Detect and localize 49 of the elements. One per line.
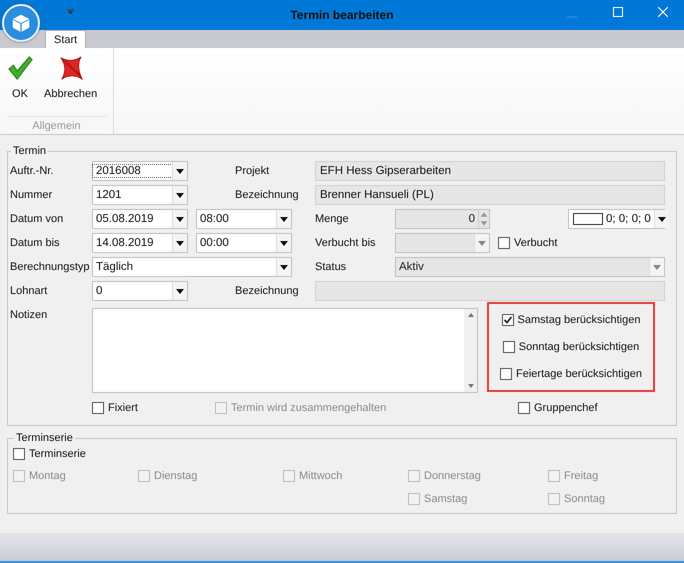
group-title: Terminserie [15,432,74,444]
checkbox[interactable]: Gruppenchef [518,402,665,414]
checkmark-icon [502,314,513,325]
app-menu-button[interactable] [2,4,40,42]
group-title: Termin [12,145,48,157]
field-label: Projekt [235,165,270,177]
color-swatch [573,213,603,225]
checkbox[interactable]: Verbucht [498,237,665,249]
field-label: Nummer [10,189,54,201]
field-label: Notizen [10,308,48,321]
field-label: Datum von [10,213,64,225]
scroll-down-icon[interactable] [466,383,474,389]
time-picker[interactable]: 08:00 [196,209,292,229]
close-icon[interactable] [658,7,668,17]
combo-box[interactable]: 2016008 [92,161,188,181]
text-field[interactable]: Brenner Hansueli (PL) [315,185,665,205]
checkbox[interactable]: Samstag berücksichtigen [502,314,640,326]
field-label: Datum bis [10,237,61,249]
checkbox[interactable]: Fixiert [92,402,188,414]
checkbox[interactable]: Sonntag berücksichtigen [502,340,640,353]
field-label: Auftr.-Nr. [10,165,54,177]
cube-icon [10,12,32,34]
field-label: Lohnart [10,285,48,297]
text-field[interactable]: EFH Hess Gipserarbeiten [315,161,665,181]
date-picker[interactable]: 14.08.2019 [92,233,188,253]
field-label: Berechnungstyp [10,261,90,273]
field-label: Bezeichnung [235,285,300,297]
notes-field[interactable] [92,308,478,393]
ok-button[interactable]: OK [4,54,36,100]
checkbox[interactable]: Terminserie [13,448,86,460]
time-picker[interactable]: 00:00 [196,233,292,253]
group-label: Allgemein [6,116,106,132]
checkbox[interactable]: Feiertage berücksichtigen [500,368,642,380]
window-title: Termin bearbeiten [289,8,395,22]
field-label: Menge [315,213,350,225]
combo-box[interactable]: 1201 [92,185,188,205]
field-label: Bezeichnung [235,189,300,201]
checkmark-icon [6,54,34,82]
scrollbar[interactable] [464,309,477,392]
text-field[interactable] [315,281,665,301]
date-picker[interactable]: 05.08.2019 [92,209,188,229]
combo-box[interactable]: 0 [92,281,188,301]
ribbon-tab[interactable]: Start [45,30,86,48]
cancel-button[interactable]: Abbrechen [42,54,100,100]
field-label: Status [315,261,348,273]
field-label: Verbucht bis [315,237,377,249]
scroll-up-icon[interactable] [466,312,474,318]
combo-box[interactable]: Täglich [92,257,292,277]
maximize-icon[interactable] [613,7,623,17]
